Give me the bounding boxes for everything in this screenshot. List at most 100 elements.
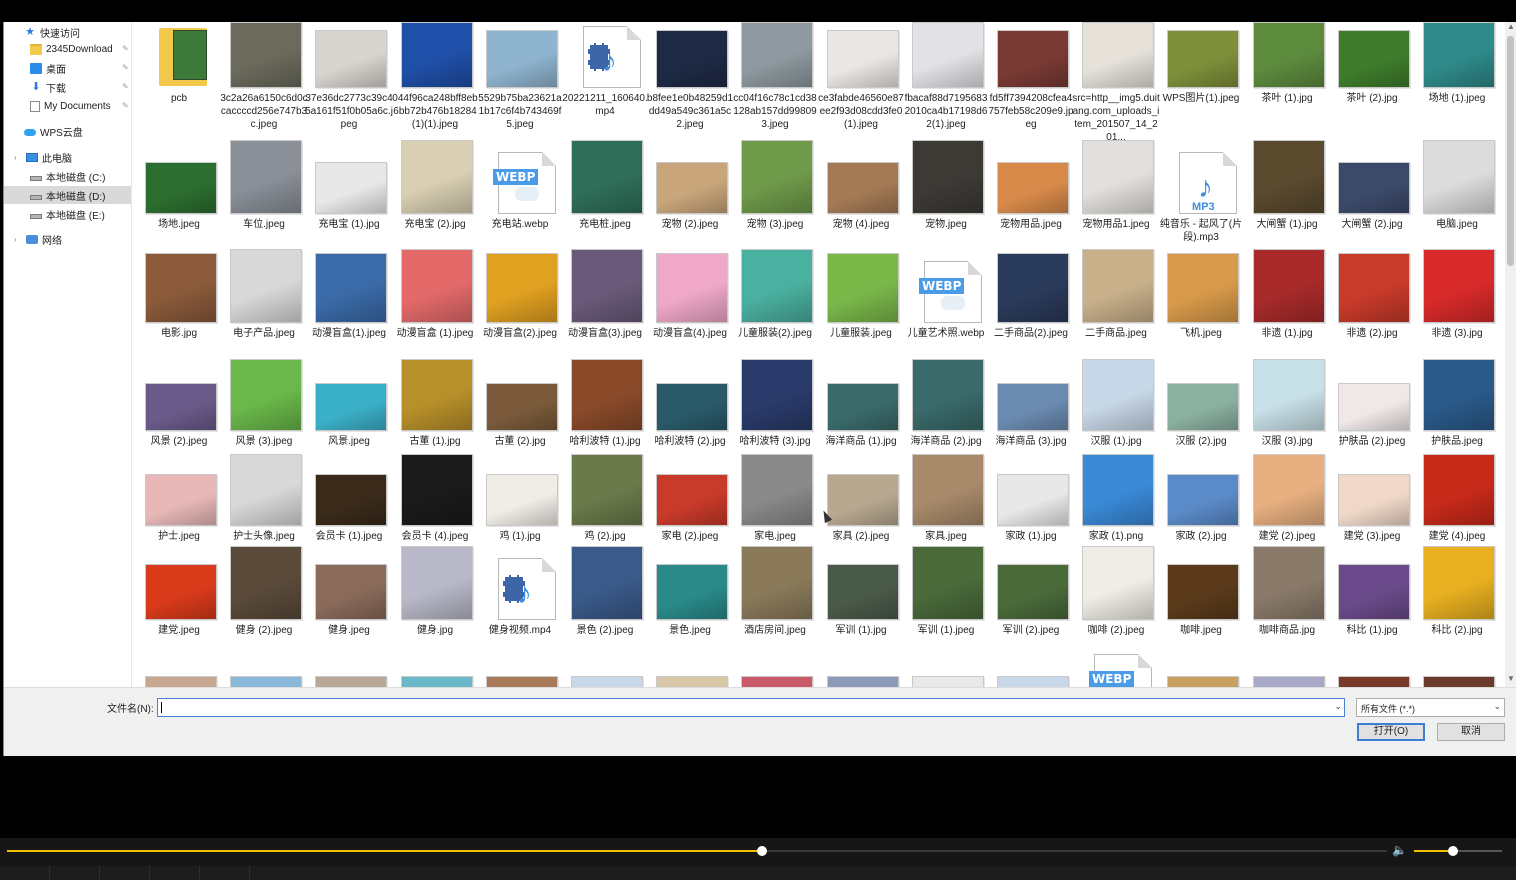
file-item[interactable] [904,652,988,687]
file-item[interactable]: 场地.jpeg [137,150,221,260]
file-item[interactable]: 5529b75ba23621a1b17c6f4b743469f5.jpeg [478,24,562,134]
file-item[interactable]: 二手商品.jpeg [1074,249,1158,369]
file-item[interactable]: 汉服 (2).jpg [1159,367,1243,477]
file-item[interactable]: fbacaf88d71956832010ca4b17198d62(1).jpeg [904,22,988,134]
file-item[interactable]: 电影.jpg [137,253,221,369]
nav-item[interactable]: 2345Download ✎ [30,40,129,58]
file-item[interactable]: 宠物用品1.jpeg [1074,140,1158,260]
nav-item[interactable]: 本地磁盘 (E:) [30,205,105,223]
file-item[interactable]: WEBP [1074,652,1158,687]
file-item[interactable]: 37e36dc2773c39c45a161f51f0b05a6c.jpeg [305,24,393,134]
file-item[interactable]: 军训 (1).jpg [819,556,903,666]
file-item[interactable]: WEBP 儿童艺术照.webp [904,259,988,369]
file-item[interactable]: 海洋商品 (1).jpg [819,367,903,477]
nav-item[interactable]: 本地磁盘 (C:) [30,167,105,185]
file-item[interactable]: src=http__img5.duitang.com_uploads_item_… [1072,22,1160,143]
file-item[interactable]: 宠物用品.jpeg [989,150,1073,260]
file-item[interactable]: 动漫盲盒(2).jpeg [478,253,562,369]
volume-icon[interactable]: 🔈 [1392,843,1407,857]
file-item[interactable] [393,652,477,687]
file-item[interactable] [222,652,306,687]
file-item[interactable] [563,652,647,687]
file-item[interactable]: 健身 (2).jpeg [222,546,306,666]
file-item[interactable]: 电子产品.jpeg [222,249,306,369]
nav-item[interactable]: My Documents ✎ [30,97,129,115]
file-item[interactable] [478,652,562,687]
chevron-right-icon[interactable]: › [14,235,22,244]
folder-item[interactable]: pcb [137,24,221,134]
file-item[interactable]: 风景 (2).jpeg [137,367,221,477]
file-item[interactable]: 充电宝 (2).jpg [393,140,477,260]
vertical-scrollbar[interactable]: ▲ ▼ [1505,22,1516,687]
file-item[interactable]: 二手商品(2).jpeg [989,253,1073,369]
file-item[interactable]: 动漫盲盒 (1).jpeg [393,249,477,369]
file-item[interactable]: 景色 (2).jpeg [563,546,647,666]
file-item[interactable]: 非遗 (2).jpg [1330,253,1414,369]
file-item[interactable]: b8fee1e0b48259d1dd49a549c361a5c2.jpeg [647,24,733,134]
file-item[interactable]: 风景.jpeg [307,367,391,477]
file-item[interactable] [1159,652,1243,687]
filetype-select[interactable]: 所有文件 (*.*) ⌄ [1356,698,1505,717]
file-item[interactable]: ♪ 20221211_160640.mp4 [562,24,648,134]
file-item[interactable]: 充电桩.jpeg [563,140,647,260]
nav-item[interactable]: › 网络 [14,230,62,248]
file-item[interactable]: 健身.jpg [393,546,477,666]
file-item[interactable]: 非遗 (1).jpg [1245,249,1329,369]
file-item[interactable]: 军训 (1).jpeg [904,546,988,666]
scroll-up-arrow-icon[interactable]: ▲ [1505,22,1516,31]
file-item[interactable]: 咖啡.jpeg [1159,556,1243,666]
file-item[interactable]: 儿童服装(2).jpeg [733,249,817,369]
file-item[interactable]: ♪ MP3 纯音乐 - 起风了(片段).mp3 [1159,150,1243,260]
nav-item[interactable]: ★ 快速访问 [24,23,80,41]
nav-item[interactable]: ⬇ 下载 ✎ [30,78,128,96]
nav-item[interactable]: 本地磁盘 (D:) [4,186,131,204]
file-item[interactable]: 车位.jpeg [222,140,306,260]
file-item[interactable]: WEBP 充电站.webp [478,150,562,260]
nav-item[interactable]: › 此电脑 [14,148,72,166]
file-item[interactable]: ♪ 健身视频.mp4 [478,556,562,666]
file-item[interactable]: 科比 (2).jpg [1415,546,1499,666]
file-item[interactable]: 044f96ca248bff8eb6bb72b476b18284(1)(1).j… [392,22,478,134]
file-item[interactable] [137,652,221,687]
file-item[interactable] [1415,652,1499,687]
scroll-down-arrow-icon[interactable]: ▼ [1505,674,1516,683]
file-item[interactable]: 儿童服装.jpeg [819,253,903,369]
nav-item[interactable]: 桌面 ✎ [30,59,129,77]
seek-bar[interactable] [7,846,1387,856]
open-button[interactable]: 打开(O) [1357,723,1425,741]
file-item[interactable]: 动漫盲盒(4).jpeg [648,253,732,369]
scrollbar-thumb[interactable] [1507,36,1514,266]
file-item[interactable]: 健身.jpeg [307,556,391,666]
file-item[interactable]: cc04f16c78c1cd38128ab157dd998093.jpeg [733,22,817,134]
file-item[interactable]: 哈利波特 (2).jpg [648,367,732,477]
file-item[interactable]: 宠物 (3).jpeg [733,140,817,260]
file-item[interactable]: 咖啡商品.jpg [1245,546,1329,666]
volume-slider[interactable] [1414,846,1502,856]
file-item[interactable] [989,652,1073,687]
file-item[interactable]: 电脑.jpeg [1415,140,1499,260]
file-item[interactable] [1245,652,1329,687]
file-item[interactable]: 茶叶 (1).jpg [1245,22,1329,134]
filename-input[interactable]: ⌄ [157,698,1345,717]
file-item[interactable]: 宠物 (4).jpeg [819,150,903,260]
file-item[interactable]: 大闸蟹 (2).jpg [1330,150,1414,260]
filename-dropdown-icon[interactable]: ⌄ [1334,701,1342,712]
file-item[interactable]: 充电宝 (1).jpg [307,150,391,260]
cancel-button[interactable]: 取消 [1437,723,1505,741]
file-item[interactable]: 宠物 (2).jpeg [648,150,732,260]
file-item[interactable]: 动漫盲盒(1).jpeg [307,253,391,369]
volume-handle[interactable] [1447,846,1458,856]
filetype-chevron-down-icon[interactable]: ⌄ [1493,701,1501,712]
file-item[interactable]: 场地 (1).jpeg [1415,22,1499,134]
nav-item[interactable]: WPS云盘 [24,122,83,140]
file-item[interactable]: fd5ff7394208cfea4757feb58c209e9.jpeg [988,24,1074,134]
file-item[interactable]: 科比 (1).jpg [1330,556,1414,666]
file-item[interactable]: 军训 (2).jpeg [989,556,1073,666]
file-item[interactable]: 古董 (2).jpg [478,367,562,477]
file-item[interactable] [307,652,391,687]
seek-bar-handle[interactable] [756,846,767,856]
file-item[interactable]: 咖啡 (2).jpeg [1074,546,1158,666]
file-item[interactable] [819,652,903,687]
file-item[interactable]: 景色.jpeg [648,556,732,666]
file-item[interactable]: 飞机.jpeg [1159,253,1243,369]
